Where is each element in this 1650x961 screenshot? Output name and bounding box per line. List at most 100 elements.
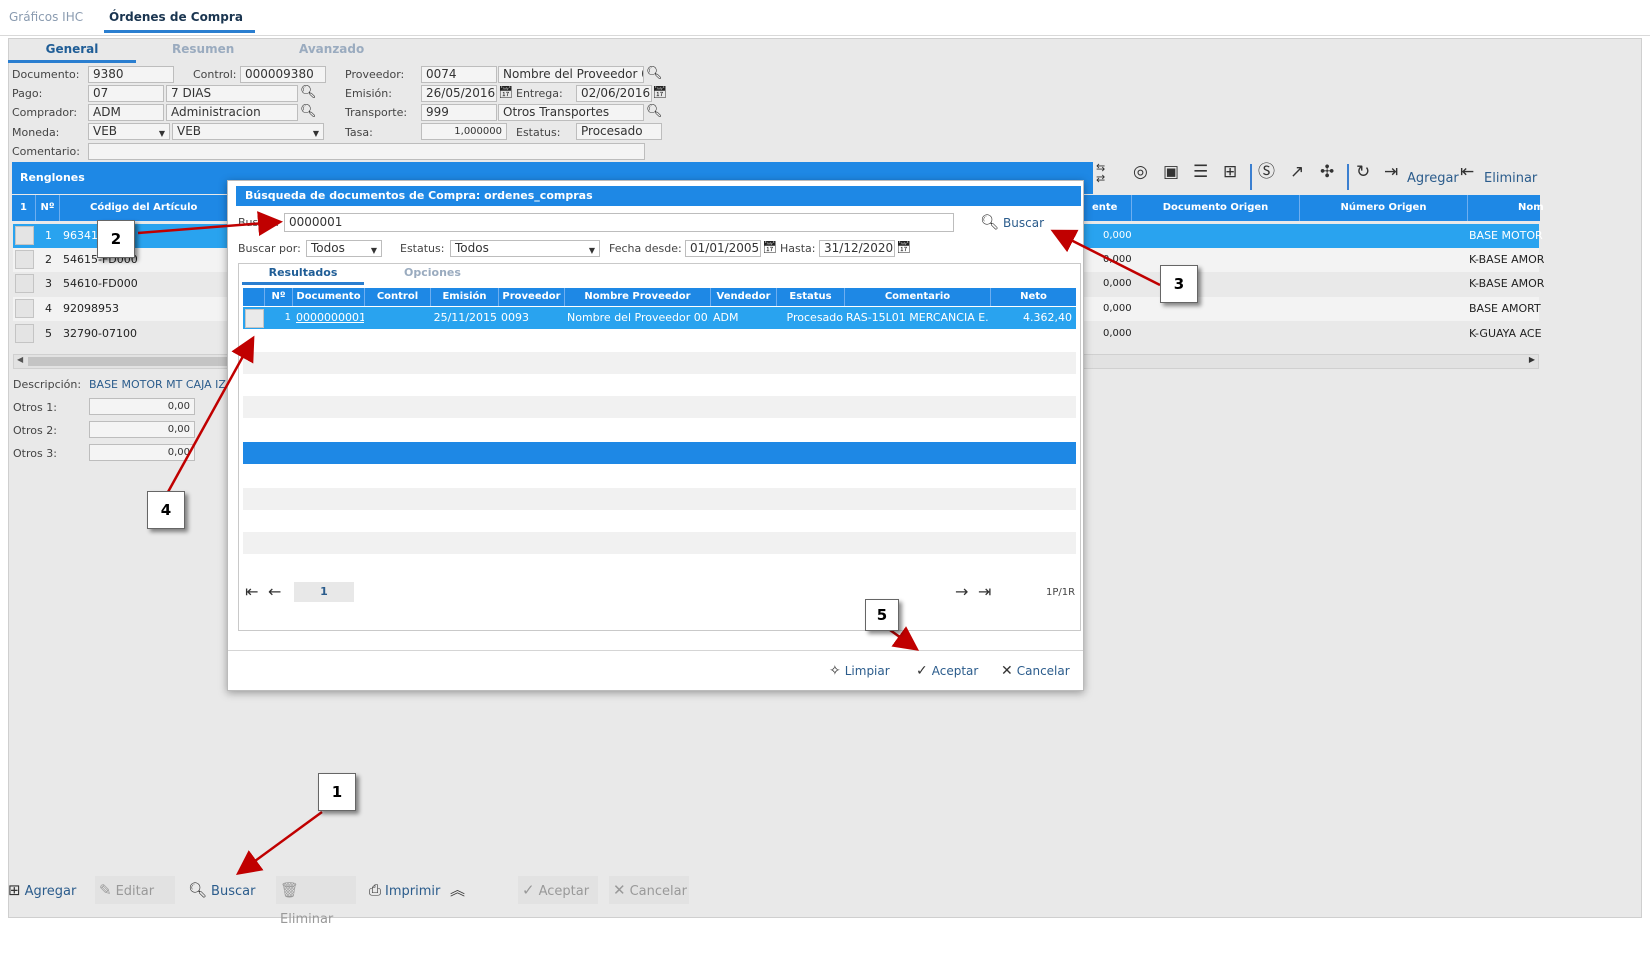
- agregar-renglon-button[interactable]: Agregar: [1407, 171, 1459, 186]
- comentario-col-header: Comentario: [845, 288, 991, 306]
- buscar-por-label: Buscar por:: [238, 242, 301, 255]
- entrega-label: Entrega:: [516, 87, 563, 100]
- search-icon[interactable]: 🔍︎: [300, 86, 317, 99]
- prev-page-icon[interactable]: ←: [268, 582, 281, 601]
- documento-field[interactable]: 9380: [88, 66, 174, 83]
- callout-2: 2: [97, 220, 135, 258]
- row-checkbox[interactable]: [15, 250, 34, 269]
- aceptar-button[interactable]: ✓ Aceptar: [518, 876, 598, 904]
- limpiar-button[interactable]: ✧ Limpiar: [829, 663, 890, 679]
- transporte-code-field[interactable]: 999: [421, 104, 497, 121]
- callout-3: 3: [1160, 265, 1198, 303]
- select-col-header[interactable]: [243, 288, 265, 306]
- renglones-title: Renglones: [20, 171, 85, 184]
- dialog-estatus-value: Todos: [455, 241, 489, 255]
- row-checkbox[interactable]: [15, 299, 34, 318]
- search-icon[interactable]: 🔍︎: [646, 67, 663, 80]
- result-documento-link[interactable]: 0000000001: [296, 307, 364, 329]
- tab-graficos-ihc[interactable]: Gráficos IHC: [9, 10, 83, 30]
- eliminar-renglon-button[interactable]: Eliminar: [1484, 171, 1537, 186]
- num-header: Nº: [36, 195, 60, 221]
- tab-resultados[interactable]: Resultados: [242, 266, 364, 285]
- refresh-icon[interactable]: ↻: [1356, 164, 1370, 181]
- emision-field[interactable]: 26/05/2016: [421, 85, 497, 102]
- eliminar-button[interactable]: 🗑︎ Eliminar: [276, 876, 356, 927]
- dialog-buscar-label: Buscar: [1003, 216, 1045, 230]
- search-document-icon: 🔍︎: [188, 881, 208, 899]
- tab-ordenes-de-compra[interactable]: Órdenes de Compra: [104, 10, 255, 33]
- boxes-icon[interactable]: ⊞: [1223, 164, 1237, 181]
- comentario-field[interactable]: [88, 143, 645, 160]
- result-row-checkbox[interactable]: [245, 309, 264, 328]
- control-field[interactable]: 000009380: [240, 66, 326, 83]
- result-row[interactable]: 1 0000000001 25/11/2015 0093 Nombre del …: [243, 307, 1076, 329]
- tab-opciones[interactable]: Opciones: [404, 266, 461, 279]
- dialog-estatus-select[interactable]: Todos: [450, 240, 600, 257]
- comentario-label: Comentario:: [12, 145, 80, 158]
- ente-header: ente: [1082, 195, 1132, 221]
- dollar-icon[interactable]: Ⓢ: [1258, 164, 1275, 181]
- otros2-label: Otros 2:: [13, 424, 57, 437]
- fecha-desde-field[interactable]: 01/01/2005: [685, 240, 761, 257]
- image-icon[interactable]: ▣: [1163, 164, 1179, 181]
- buscar-por-value: Todos: [311, 241, 345, 255]
- dialog-aceptar-button[interactable]: ✓ Aceptar: [916, 663, 978, 679]
- otros3-field[interactable]: 0,00: [89, 444, 195, 461]
- tasa-field[interactable]: 1,000000: [421, 123, 507, 140]
- subtab-avanzado[interactable]: Avanzado: [299, 42, 364, 56]
- comprador-code-field[interactable]: ADM: [88, 104, 164, 121]
- select-all-header[interactable]: 1: [12, 195, 36, 221]
- moneda-code-select[interactable]: VEB: [88, 123, 170, 140]
- buscar-input[interactable]: 0000001: [284, 213, 954, 232]
- imprimir-button[interactable]: ⎙ Imprimir: [369, 876, 440, 904]
- list-icon[interactable]: ☰: [1193, 164, 1208, 181]
- row-checkbox[interactable]: [15, 226, 34, 245]
- otros2-field[interactable]: 0,00: [89, 421, 195, 438]
- proveedor-code-field[interactable]: 0074: [421, 66, 497, 83]
- dialog-cancelar-button[interactable]: ✕ Cancelar: [1001, 663, 1070, 679]
- check-icon: ✓: [916, 663, 928, 679]
- calendar-icon[interactable]: 📅︎: [762, 241, 777, 253]
- close-icon: ✕: [613, 881, 626, 899]
- empty-row: [243, 374, 1076, 396]
- dialog-buscar-button[interactable]: 🔍︎ Buscar: [980, 213, 1044, 231]
- scroll-right-icon[interactable]: ▶: [1529, 355, 1535, 364]
- hasta-field[interactable]: 31/12/2020: [819, 240, 895, 257]
- external-link-icon[interactable]: ↗: [1290, 164, 1304, 181]
- scroll-left-icon[interactable]: ◀: [17, 355, 23, 364]
- comprador-label: Comprador:: [12, 106, 78, 119]
- subtab-general[interactable]: General: [8, 42, 136, 63]
- search-icon[interactable]: 🔍︎: [300, 105, 317, 118]
- empty-row: [243, 488, 1076, 510]
- editar-button[interactable]: ✎ Editar: [95, 876, 175, 904]
- page-number[interactable]: 1: [294, 582, 354, 602]
- add-row-icon[interactable]: ⇥: [1384, 164, 1398, 181]
- puzzle-icon[interactable]: ✣: [1320, 164, 1334, 181]
- subtab-resumen[interactable]: Resumen: [172, 42, 234, 56]
- entrega-field[interactable]: 02/06/2016: [576, 85, 652, 102]
- calendar-icon[interactable]: 📅︎: [498, 86, 513, 98]
- moneda-name-select[interactable]: VEB: [172, 123, 324, 140]
- first-page-icon[interactable]: ⇤: [245, 582, 258, 601]
- last-page-icon[interactable]: ⇥: [978, 582, 991, 601]
- next-page-icon[interactable]: →: [955, 582, 968, 601]
- chevron-up-double-icon[interactable]: ︽: [450, 876, 465, 904]
- remove-row-icon[interactable]: ⇤: [1460, 164, 1474, 181]
- search-icon[interactable]: 🔍︎: [646, 105, 663, 118]
- expand-arrows-icon[interactable]: ⇆ ⇄: [1096, 162, 1105, 184]
- toolbar-divider: [1250, 164, 1252, 190]
- otros1-field[interactable]: 0,00: [89, 398, 195, 415]
- calendar-icon[interactable]: 📅︎: [896, 241, 911, 253]
- buscar-por-select[interactable]: Todos: [306, 240, 382, 257]
- cancelar-button[interactable]: ✕ Cancelar: [609, 876, 689, 904]
- buscar-button[interactable]: 🔍︎ Buscar: [188, 876, 255, 904]
- row-checkbox[interactable]: [15, 324, 34, 343]
- result-comentario: RAS-15L01 MERCANCIA E...: [846, 311, 989, 324]
- pago-code-field[interactable]: 07: [88, 85, 164, 102]
- buscar-label: Buscar: [211, 884, 256, 899]
- row-checkbox[interactable]: [15, 274, 34, 293]
- calendar-icon[interactable]: 📅︎: [652, 86, 667, 98]
- agregar-button[interactable]: ⊞ Agregar: [8, 876, 76, 904]
- scrollbar-thumb[interactable]: [28, 357, 228, 366]
- user-circle-icon[interactable]: ◎: [1133, 164, 1148, 181]
